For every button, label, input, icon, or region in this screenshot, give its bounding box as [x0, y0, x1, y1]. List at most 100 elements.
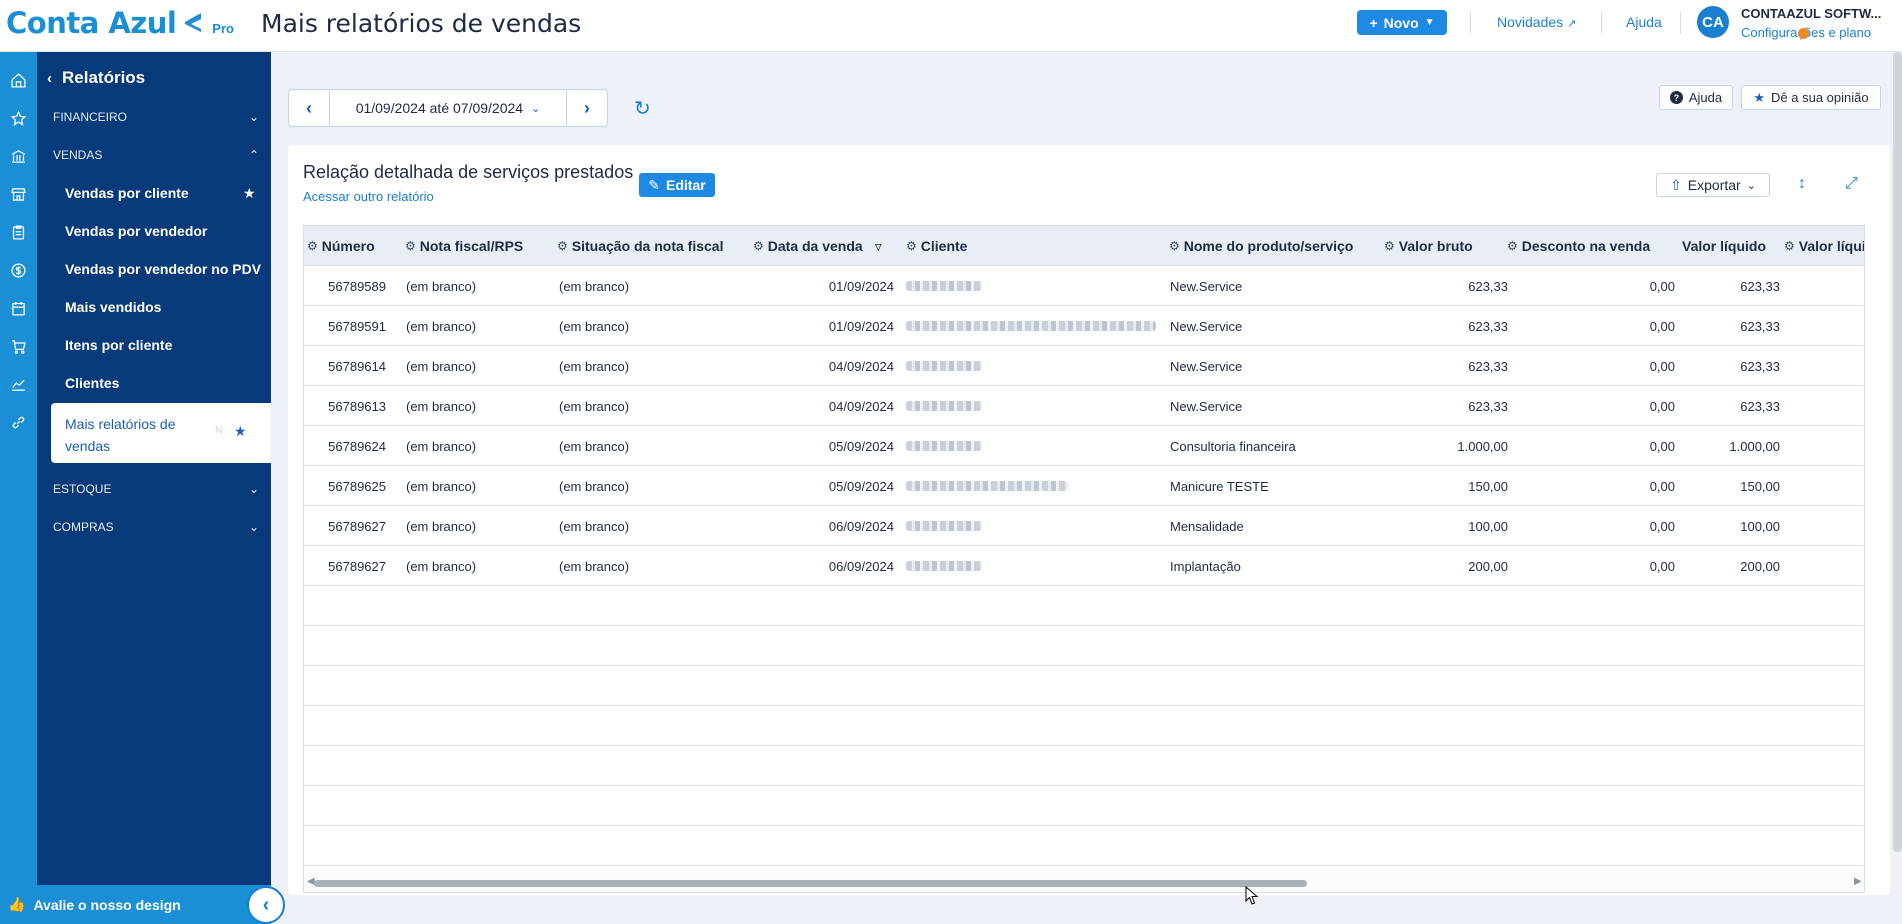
- cell-valor-bruto: 623,33: [1468, 358, 1508, 374]
- sidebar-item-itens-por-cliente[interactable]: Itens por cliente: [65, 337, 172, 353]
- avatar[interactable]: CA: [1697, 6, 1729, 38]
- divider: [1601, 12, 1602, 34]
- redacted-client-name: [906, 561, 982, 571]
- column-header-produto[interactable]: ⚙ Nome do produto/serviço: [1169, 226, 1353, 266]
- sidebar-back[interactable]: ‹ Relatórios: [47, 68, 145, 88]
- gear-icon[interactable]: ⚙: [1507, 239, 1518, 253]
- date-range-dropdown[interactable]: 01/09/2024 até 07/09/2024 ⌄: [329, 90, 567, 126]
- gear-icon[interactable]: ⚙: [906, 239, 917, 253]
- next-period-button[interactable]: ›: [567, 90, 607, 126]
- column-header-cliente[interactable]: ⚙ Cliente: [906, 226, 967, 266]
- star-icon[interactable]: [4, 104, 32, 132]
- fullscreen-icon[interactable]: ⤢: [1845, 175, 1858, 193]
- cell-numero: 56789613: [328, 398, 386, 414]
- prev-period-button[interactable]: ‹: [289, 90, 329, 126]
- table-row[interactable]: 56789614 (em branco) (em branco) 04/09/2024…: [304, 346, 1864, 386]
- table-row[interactable]: 56789627 (em branco) (em branco) 06/09/2024…: [304, 506, 1864, 546]
- horizontal-scrollbar[interactable]: ◀ ▶: [304, 873, 1864, 892]
- gear-icon[interactable]: ⚙: [1169, 239, 1180, 253]
- home-icon[interactable]: [4, 66, 32, 94]
- table-row[interactable]: 56789624 (em branco) (em branco) 05/09/2024…: [304, 426, 1864, 466]
- column-header-valor-bruto[interactable]: ⚙ Valor bruto: [1384, 226, 1473, 266]
- sidebar-item-vendas-por-vendedor-pdv[interactable]: Vendas por vendedor no PDV: [65, 261, 261, 277]
- rate-design-button[interactable]: 👍 Avalie o nosso design: [0, 885, 271, 924]
- table-row[interactable]: 56789591 (em branco) (em branco) 01/09/2024…: [304, 306, 1864, 346]
- sidebar-section-compras[interactable]: COMPRAS ⌄: [53, 520, 259, 534]
- new-button[interactable]: + Novo ▼: [1357, 10, 1447, 35]
- help-button[interactable]: ? Ajuda: [1659, 85, 1733, 110]
- chevron-down-icon: ⌄: [248, 520, 259, 534]
- redacted-client-name: [906, 521, 982, 531]
- column-header-valor-liquido[interactable]: Valor líquido: [1682, 226, 1766, 266]
- column-header-situacao[interactable]: ⚙ Situação da nota fiscal: [557, 226, 723, 266]
- help-link[interactable]: Ajuda: [1626, 14, 1662, 30]
- sidebar-section-estoque[interactable]: ESTOQUE ⌄: [53, 482, 259, 496]
- thumbs-up-icon: 👍: [8, 896, 26, 912]
- export-button[interactable]: ⇧ Exportar ⌄: [1656, 173, 1770, 197]
- sidebar-item-vendas-por-vendedor[interactable]: Vendas por vendedor: [65, 223, 207, 239]
- chevron-left-icon: ‹: [262, 893, 270, 916]
- star-filled-icon[interactable]: ★: [243, 185, 256, 202]
- external-link-icon: ↗: [1567, 18, 1577, 30]
- sidebar-section-vendas[interactable]: VENDAS ⌃: [53, 148, 259, 162]
- link-icon[interactable]: [4, 408, 32, 436]
- calendar-money-icon[interactable]: [4, 294, 32, 322]
- news-link-label: Novidades: [1497, 14, 1564, 30]
- cell-cliente-redacted: [906, 306, 1161, 346]
- company-name[interactable]: CONTAAZUL SOFTW...: [1741, 6, 1881, 21]
- refresh-icon[interactable]: ↻: [634, 96, 651, 121]
- expand-rows-icon[interactable]: ↕: [1798, 175, 1806, 193]
- chart-icon[interactable]: [4, 370, 32, 398]
- cell-situacao: (em branco): [559, 318, 630, 334]
- scroll-right-icon[interactable]: ▶: [1854, 876, 1862, 887]
- table-row[interactable]: 56789613 (em branco) (em branco) 04/09/2024…: [304, 386, 1864, 426]
- column-header-valor-liquido-2[interactable]: ⚙ Valor líqui: [1784, 226, 1864, 266]
- sidebar-item-mais-relatorios[interactable]: Mais relatórios de vendas N ★: [51, 403, 271, 463]
- news-link[interactable]: Novidades ↗: [1497, 14, 1576, 30]
- table-row[interactable]: 56789589 (em branco) (em branco) 01/09/2024…: [304, 266, 1864, 306]
- column-header-nota-fiscal[interactable]: ⚙ Nota fiscal/RPS: [405, 226, 523, 266]
- sidebar-item-mais-vendidos[interactable]: Mais vendidos: [65, 299, 161, 315]
- cell-valor-liquido: 150,00: [1740, 478, 1780, 494]
- filter-icon[interactable]: ▿: [875, 238, 882, 255]
- cell-valor-liquido: 200,00: [1740, 558, 1780, 574]
- cell-nota-fiscal: (em branco): [406, 558, 477, 574]
- column-header-numero[interactable]: ⚙ Número: [307, 226, 375, 266]
- column-header-data-venda[interactable]: ⚙ Data da venda ▿: [753, 226, 882, 266]
- logo[interactable]: Conta Azul Pro: [6, 6, 234, 40]
- gear-icon[interactable]: ⚙: [307, 239, 318, 253]
- clipboard-icon[interactable]: [4, 218, 32, 246]
- feedback-button[interactable]: ★ Dê a sua opinião: [1741, 85, 1881, 110]
- gear-icon[interactable]: ⚙: [1384, 239, 1395, 253]
- table-row[interactable]: 56789627 (em branco) (em branco) 06/09/2024…: [304, 546, 1864, 586]
- gear-icon[interactable]: ⚙: [753, 239, 764, 253]
- bank-icon[interactable]: [4, 142, 32, 170]
- other-report-link[interactable]: Acessar outro relatório: [303, 189, 434, 204]
- chevron-down-icon: ⌄: [248, 482, 259, 496]
- cart-icon[interactable]: [4, 332, 32, 360]
- sidebar-item-clientes[interactable]: Clientes: [65, 375, 119, 391]
- scrollbar-thumb[interactable]: [314, 880, 1307, 887]
- gear-icon[interactable]: ⚙: [405, 239, 416, 253]
- table-row: [304, 666, 1864, 706]
- sidebar-section-financeiro[interactable]: FINANCEIRO ⌄: [53, 110, 259, 124]
- sidebar-item-vendas-por-cliente[interactable]: Vendas por cliente: [65, 185, 189, 201]
- page-scrollbar[interactable]: [1893, 52, 1902, 852]
- redacted-client-name: [906, 281, 982, 291]
- gear-icon[interactable]: ⚙: [557, 239, 568, 253]
- column-header-label: Data da venda: [767, 238, 863, 254]
- page-title: Mais relatórios de vendas: [261, 9, 582, 38]
- table-header: ⚙ Número ⚙ Nota fiscal/RPS ⚙ Situação da no…: [304, 226, 1864, 266]
- cell-cliente-redacted: [906, 426, 1161, 466]
- table-row[interactable]: 56789625 (em branco) (em branco) 05/09/2024…: [304, 466, 1864, 506]
- column-header-desconto[interactable]: ⚙ Desconto na venda: [1507, 226, 1650, 266]
- logo-mark-icon: [185, 13, 202, 32]
- star-filled-icon[interactable]: ★: [234, 423, 247, 440]
- section-label: ESTOQUE: [53, 482, 112, 496]
- collapse-sidebar-button[interactable]: ‹: [247, 886, 285, 924]
- store-icon[interactable]: [4, 180, 32, 208]
- money-icon[interactable]: [4, 256, 32, 284]
- chevron-down-icon: ▼: [1424, 17, 1435, 28]
- gear-icon[interactable]: ⚙: [1784, 239, 1795, 253]
- edit-button[interactable]: ✎ Editar: [639, 173, 715, 197]
